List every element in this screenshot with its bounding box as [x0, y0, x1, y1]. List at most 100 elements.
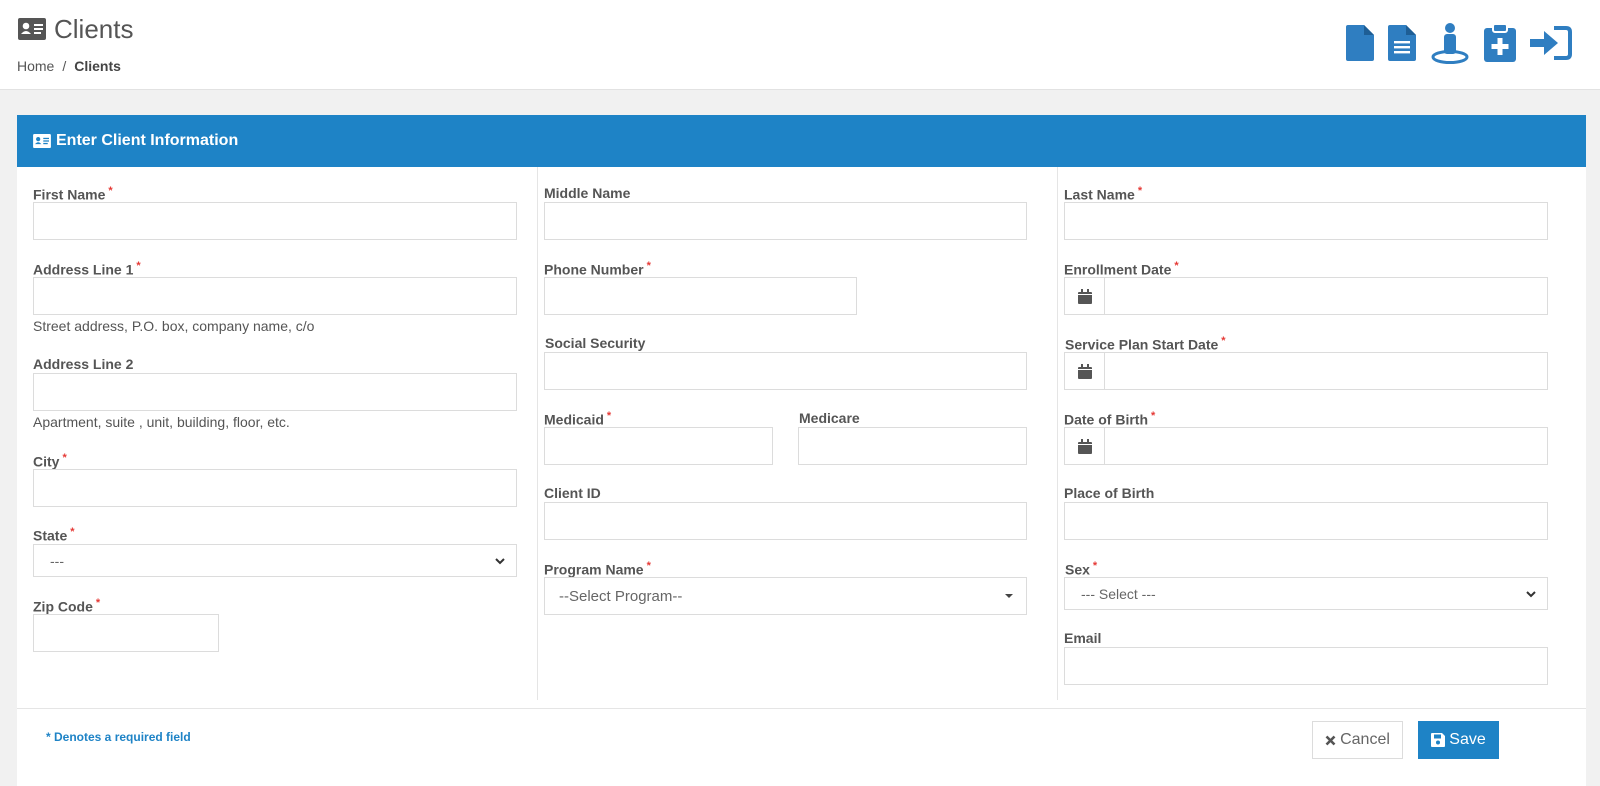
dob-input[interactable]	[1105, 428, 1547, 464]
service-plan-start-field	[1064, 352, 1548, 390]
client-id-label: Client ID	[544, 485, 601, 501]
state-selected-value: ---	[50, 552, 64, 569]
address1-label: Address Line 1 *	[33, 260, 141, 278]
zip-input[interactable]	[33, 614, 219, 652]
program-select[interactable]: --Select Program--	[544, 577, 1027, 615]
required-marker: *	[1221, 335, 1226, 347]
program-selected-value: --Select Program--	[559, 587, 683, 605]
city-label-text: City	[33, 453, 60, 470]
calendar-icon[interactable]	[1065, 428, 1105, 464]
breadcrumb-home[interactable]: Home	[17, 58, 54, 74]
calendar-icon[interactable]	[1065, 278, 1105, 314]
service-plan-start-label: Service Plan Start Date *	[1065, 335, 1226, 353]
page-title: Clients	[54, 14, 134, 44]
required-marker: *	[1137, 185, 1143, 197]
header-actions	[1332, 22, 1572, 64]
state-label-text: State	[33, 527, 68, 544]
address2-label-text: Address Line 2	[33, 356, 134, 372]
page-header: Clients Home / Clients	[0, 0, 1600, 90]
sex-label: Sex *	[1065, 560, 1097, 578]
medicaid-input[interactable]	[544, 427, 773, 465]
enrollment-date-field	[1064, 277, 1548, 315]
place-of-birth-label-text: Place of Birth	[1064, 485, 1155, 501]
chevron-down-icon	[495, 558, 505, 565]
form-column-right: Last Name * Enrollment Date * Service Plan…	[1057, 167, 1586, 700]
medicare-label-text: Medicare	[799, 410, 860, 426]
email-input[interactable]	[1064, 647, 1548, 685]
form-column-left: First Name * Address Line 1 * Street addre…	[17, 167, 537, 700]
email-label-text: Email	[1064, 630, 1102, 646]
zip-label: Zip Code *	[33, 597, 100, 615]
page-title-wrap: Clients	[18, 14, 133, 44]
save-button-label: Save	[1449, 731, 1486, 748]
floppy-disk-icon	[1431, 733, 1446, 747]
middle-name-label: Middle Name	[544, 185, 630, 201]
ssn-label: Social Security	[545, 335, 645, 351]
email-label: Email	[1064, 630, 1101, 646]
breadcrumb: Home / Clients	[17, 58, 121, 74]
caret-down-icon	[1005, 594, 1013, 598]
last-name-input[interactable]	[1064, 202, 1548, 240]
required-marker: *	[1151, 410, 1156, 422]
middle-name-input[interactable]	[544, 202, 1027, 240]
required-marker: *	[108, 185, 113, 197]
dob-label: Date of Birth *	[1064, 410, 1155, 428]
medicare-input[interactable]	[798, 427, 1027, 465]
sex-select[interactable]: --- Select ---	[1064, 577, 1548, 610]
address1-label-text: Address Line 1	[33, 261, 134, 278]
close-icon	[1325, 735, 1336, 745]
dob-field	[1064, 427, 1548, 465]
calendar-icon[interactable]	[1065, 353, 1105, 389]
client-form-panel: Enter Client Information First Name * Add…	[17, 115, 1586, 786]
first-name-label: First Name *	[33, 185, 113, 203]
required-marker: *	[606, 410, 612, 422]
panel-header: Enter Client Information	[17, 115, 1586, 167]
city-label: City *	[33, 452, 67, 470]
required-marker: *	[1092, 560, 1098, 572]
service-plan-start-input[interactable]	[1105, 353, 1547, 389]
phone-input[interactable]	[544, 277, 857, 315]
id-card-icon	[18, 18, 46, 40]
medicaid-label: Medicaid *	[544, 410, 611, 428]
required-marker: *	[646, 260, 651, 272]
cancel-button[interactable]: Cancel	[1312, 721, 1403, 759]
first-name-input[interactable]	[33, 202, 517, 240]
place-of-birth-input[interactable]	[1064, 502, 1548, 540]
middle-name-label-text: Middle Name	[544, 185, 631, 201]
medicare-label: Medicare	[799, 410, 860, 426]
sign-in-icon[interactable]	[1530, 26, 1572, 60]
state-select[interactable]: ---	[33, 544, 517, 577]
clipboard-medical-icon[interactable]	[1484, 24, 1516, 62]
required-marker: *	[62, 452, 67, 464]
state-label: State *	[33, 526, 75, 544]
last-name-label: Last Name *	[1064, 185, 1142, 203]
program-label-text: Program Name	[544, 561, 644, 578]
enrollment-date-input[interactable]	[1105, 278, 1547, 314]
service-plan-start-label-text: Service Plan Start Date	[1065, 336, 1219, 353]
breadcrumb-separator: /	[62, 58, 67, 74]
required-marker: *	[95, 597, 101, 609]
sex-label-text: Sex	[1065, 561, 1090, 578]
zip-label-text: Zip Code	[33, 598, 93, 615]
enrollment-date-label: Enrollment Date *	[1064, 260, 1179, 278]
city-input[interactable]	[33, 469, 517, 507]
required-marker: *	[646, 560, 651, 572]
ssn-input[interactable]	[544, 352, 1027, 390]
address2-input[interactable]	[33, 373, 517, 411]
phone-label-text: Phone Number	[544, 261, 644, 278]
chevron-down-icon	[1526, 591, 1536, 598]
save-button[interactable]: Save	[1418, 721, 1499, 759]
cancel-button-label: Cancel	[1340, 731, 1390, 748]
first-name-label-text: First Name	[33, 186, 106, 203]
medicaid-label-text: Medicaid	[544, 411, 604, 428]
document-icon[interactable]	[1346, 25, 1374, 61]
address1-input[interactable]	[33, 277, 517, 315]
client-id-input[interactable]	[544, 502, 1027, 540]
document-list-icon[interactable]	[1388, 25, 1416, 61]
place-of-birth-label: Place of Birth	[1064, 485, 1154, 501]
id-card-icon	[33, 134, 51, 148]
required-field-note: * Denotes a required field	[46, 730, 191, 744]
breadcrumb-current: Clients	[74, 58, 121, 74]
sex-selected-value: --- Select ---	[1081, 585, 1156, 602]
person-location-icon[interactable]	[1430, 22, 1470, 64]
